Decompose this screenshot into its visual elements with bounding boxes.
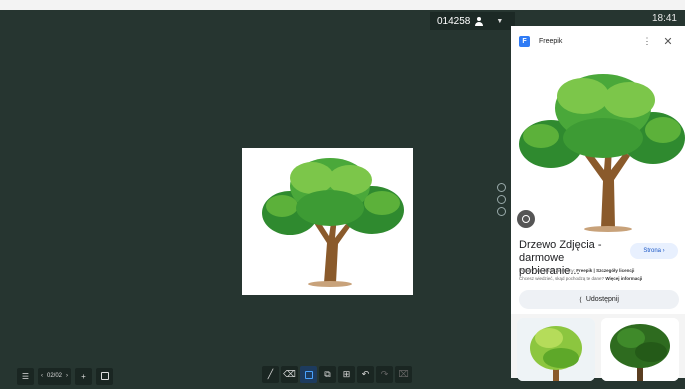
tree-preview-illustration <box>519 74 685 232</box>
lens-search-icon[interactable] <box>517 210 535 228</box>
info-text: Chcesz wiedzieć, skąd pochodzą te dane? <box>519 276 605 281</box>
source-link[interactable]: Freepik | Szczegóły licencji <box>576 268 634 273</box>
chevron-left-icon[interactable]: ‹ <box>41 373 43 379</box>
redo-icon[interactable]: ↷ <box>376 366 393 383</box>
share-icon: ⟨ <box>579 296 582 304</box>
freepik-icon: F <box>519 35 530 47</box>
source-prefix: Pobierz ten obraz ze strony: <box>519 268 576 273</box>
eraser-icon[interactable]: ⌫ <box>281 366 298 383</box>
source-line: Pobierz ten obraz ze strony: Freepik | S… <box>519 268 681 274</box>
shapes-icon[interactable]: ⧉ <box>319 366 336 383</box>
tree-thumbnail-image <box>601 318 679 381</box>
chevron-down-icon[interactable]: ▼ <box>496 18 503 25</box>
drawing-toolbar: ╱ ⌫ ⧉ ⊞ ↶ ↷ ⌧ <box>262 366 412 386</box>
site-name: Freepik <box>539 37 563 45</box>
session-chip[interactable]: 014258 ▼ <box>430 12 515 30</box>
panel-splitter[interactable] <box>497 183 508 219</box>
splitter-handle[interactable] <box>497 207 506 216</box>
clock: 18:41 <box>651 13 677 24</box>
select-icon[interactable] <box>300 366 317 383</box>
session-code: 014258 <box>437 15 471 27</box>
tree-illustration <box>262 158 404 287</box>
page-navigator: ‹ 02/02 › <box>38 367 72 385</box>
info-line: Chcesz wiedzieć, skąd pochodzą te dane? … <box>519 276 681 282</box>
panel-header: F Freepik ⋮ ✕ <box>511 26 685 56</box>
share-label: Udostępnij <box>585 296 619 303</box>
more-options-icon[interactable]: ⋮ <box>639 36 655 47</box>
menu-icon[interactable]: ☰ <box>17 367 34 385</box>
splitter-handle[interactable] <box>497 195 506 204</box>
top-strip <box>0 0 685 10</box>
user-icon <box>475 16 484 26</box>
add-page-icon[interactable]: + <box>75 367 93 385</box>
visit-site-button[interactable]: Strona › <box>630 243 678 259</box>
tree-thumbnail-image <box>517 318 595 381</box>
close-icon[interactable]: ✕ <box>659 35 677 48</box>
share-button[interactable]: ⟨ Udostępnij <box>519 290 679 309</box>
result-preview-image[interactable] <box>511 56 685 234</box>
lens-side-panel: F Freepik ⋮ ✕ Drzewo Zdjęcia - darmowe p… <box>511 26 685 381</box>
clear-icon[interactable]: ⌧ <box>395 366 412 383</box>
insert-icon[interactable]: ⊞ <box>338 366 355 383</box>
chevron-right-icon[interactable]: › <box>66 373 68 379</box>
splitter-handle[interactable] <box>497 183 506 192</box>
related-thumbnail[interactable] <box>517 318 595 381</box>
pen-icon[interactable]: ╱ <box>262 366 279 383</box>
related-results <box>511 314 685 381</box>
related-thumbnail[interactable] <box>601 318 679 381</box>
info-link[interactable]: Więcej informacji <box>605 276 642 281</box>
bottom-left-toolbar: ☰ ‹ 02/02 › + <box>17 366 114 386</box>
page-indicator: 02/02 <box>47 373 63 379</box>
page-overview-icon[interactable] <box>96 367 114 385</box>
undo-icon[interactable]: ↶ <box>357 366 374 383</box>
canvas-tree-image[interactable] <box>242 148 413 295</box>
